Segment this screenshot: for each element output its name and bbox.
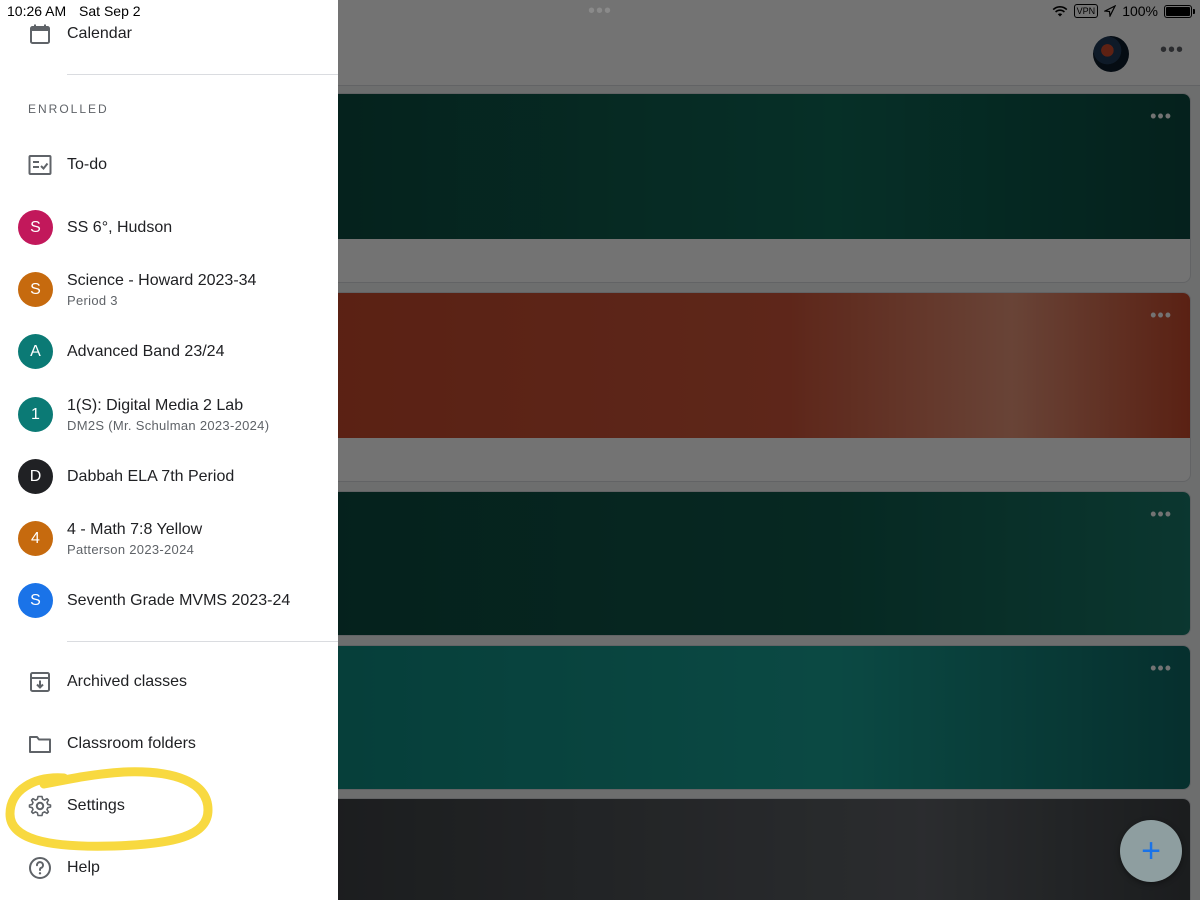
class-section: Period 3 — [67, 293, 118, 308]
status-time: 10:26 AM — [7, 3, 67, 19]
status-date: Sat Sep 2 — [79, 3, 141, 19]
class-name: Science - Howard 2023-34 — [67, 272, 257, 289]
folder-icon — [27, 731, 53, 757]
class-section: DM2S (Mr. Schulman 2023-2024) — [67, 418, 270, 433]
class-avatar: S — [18, 272, 53, 307]
class-avatar: 4 — [18, 521, 53, 556]
class-item-math-yellow[interactable]: 4 4 - Math 7:8 Yellow Patterson 2023-202… — [0, 514, 338, 564]
divider — [67, 74, 338, 75]
class-name: Seventh Grade MVMS 2023-24 — [67, 592, 291, 609]
status-bar-time: 10:26 AM Sat Sep 2 — [7, 3, 150, 19]
drawer-item-label: Help — [67, 859, 100, 876]
vpn-badge: VPN — [1073, 4, 1099, 18]
class-name: SS 6°, Hudson — [67, 219, 173, 236]
class-item-dabbah-ela[interactable]: D Dabbah ELA 7th Period — [0, 454, 338, 500]
drawer-item-label: Settings — [67, 797, 125, 814]
drawer-item-label: Calendar — [67, 25, 132, 42]
navigation-drawer: Calendar ENROLLED To-do S SS 6°, Hudson … — [0, 0, 338, 900]
gear-icon — [27, 793, 53, 819]
class-section: Patterson 2023-2024 — [67, 542, 195, 557]
class-item-ss6-hudson[interactable]: S SS 6°, Hudson — [0, 205, 338, 251]
class-avatar: S — [18, 583, 53, 618]
calendar-icon — [27, 21, 53, 47]
battery-icon — [1164, 4, 1195, 18]
wifi-icon — [1052, 5, 1068, 17]
add-class-button[interactable]: + — [1120, 820, 1182, 882]
class-name: 4 - Math 7:8 Yellow — [67, 521, 203, 538]
class-name: Dabbah ELA 7th Period — [67, 468, 235, 485]
multitask-dots-icon[interactable]: ••• — [588, 0, 612, 23]
drawer-item-settings[interactable]: Settings — [0, 784, 338, 828]
class-name: 1(S): Digital Media 2 Lab — [67, 397, 244, 414]
drawer-item-help[interactable]: Help — [0, 846, 338, 890]
location-icon — [1104, 5, 1117, 17]
help-icon — [27, 855, 53, 881]
class-item-digital-media[interactable]: 1 1(S): Digital Media 2 Lab DM2S (Mr. Sc… — [0, 390, 338, 440]
divider — [67, 641, 338, 642]
class-item-advanced-band[interactable]: A Advanced Band 23/24 — [0, 329, 338, 375]
drawer-item-archived[interactable]: Archived classes — [0, 660, 338, 704]
drawer-item-todo[interactable]: To-do — [0, 143, 338, 187]
plus-icon: + — [1141, 832, 1161, 870]
class-avatar: 1 — [18, 397, 53, 432]
drawer-item-label: Archived classes — [67, 673, 188, 690]
class-name: Advanced Band 23/24 — [67, 343, 225, 360]
todo-icon — [27, 152, 53, 178]
drawer-item-label: Classroom folders — [67, 735, 196, 752]
drawer-item-label: To-do — [67, 156, 108, 173]
battery-level — [1166, 6, 1190, 16]
class-avatar: A — [18, 334, 53, 369]
drawer-item-classroom-folders[interactable]: Classroom folders — [0, 722, 338, 766]
class-item-science-howard[interactable]: S Science - Howard 2023-34 Period 3 — [0, 265, 338, 315]
battery-percent: 100% — [1122, 3, 1158, 19]
class-avatar: D — [18, 459, 53, 494]
section-title-enrolled: ENROLLED — [28, 102, 109, 116]
archive-icon — [27, 669, 53, 695]
class-avatar: S — [18, 210, 53, 245]
status-bar-indicators: VPN 100% — [1052, 3, 1195, 19]
class-item-seventh-grade[interactable]: S Seventh Grade MVMS 2023-24 — [0, 578, 338, 624]
